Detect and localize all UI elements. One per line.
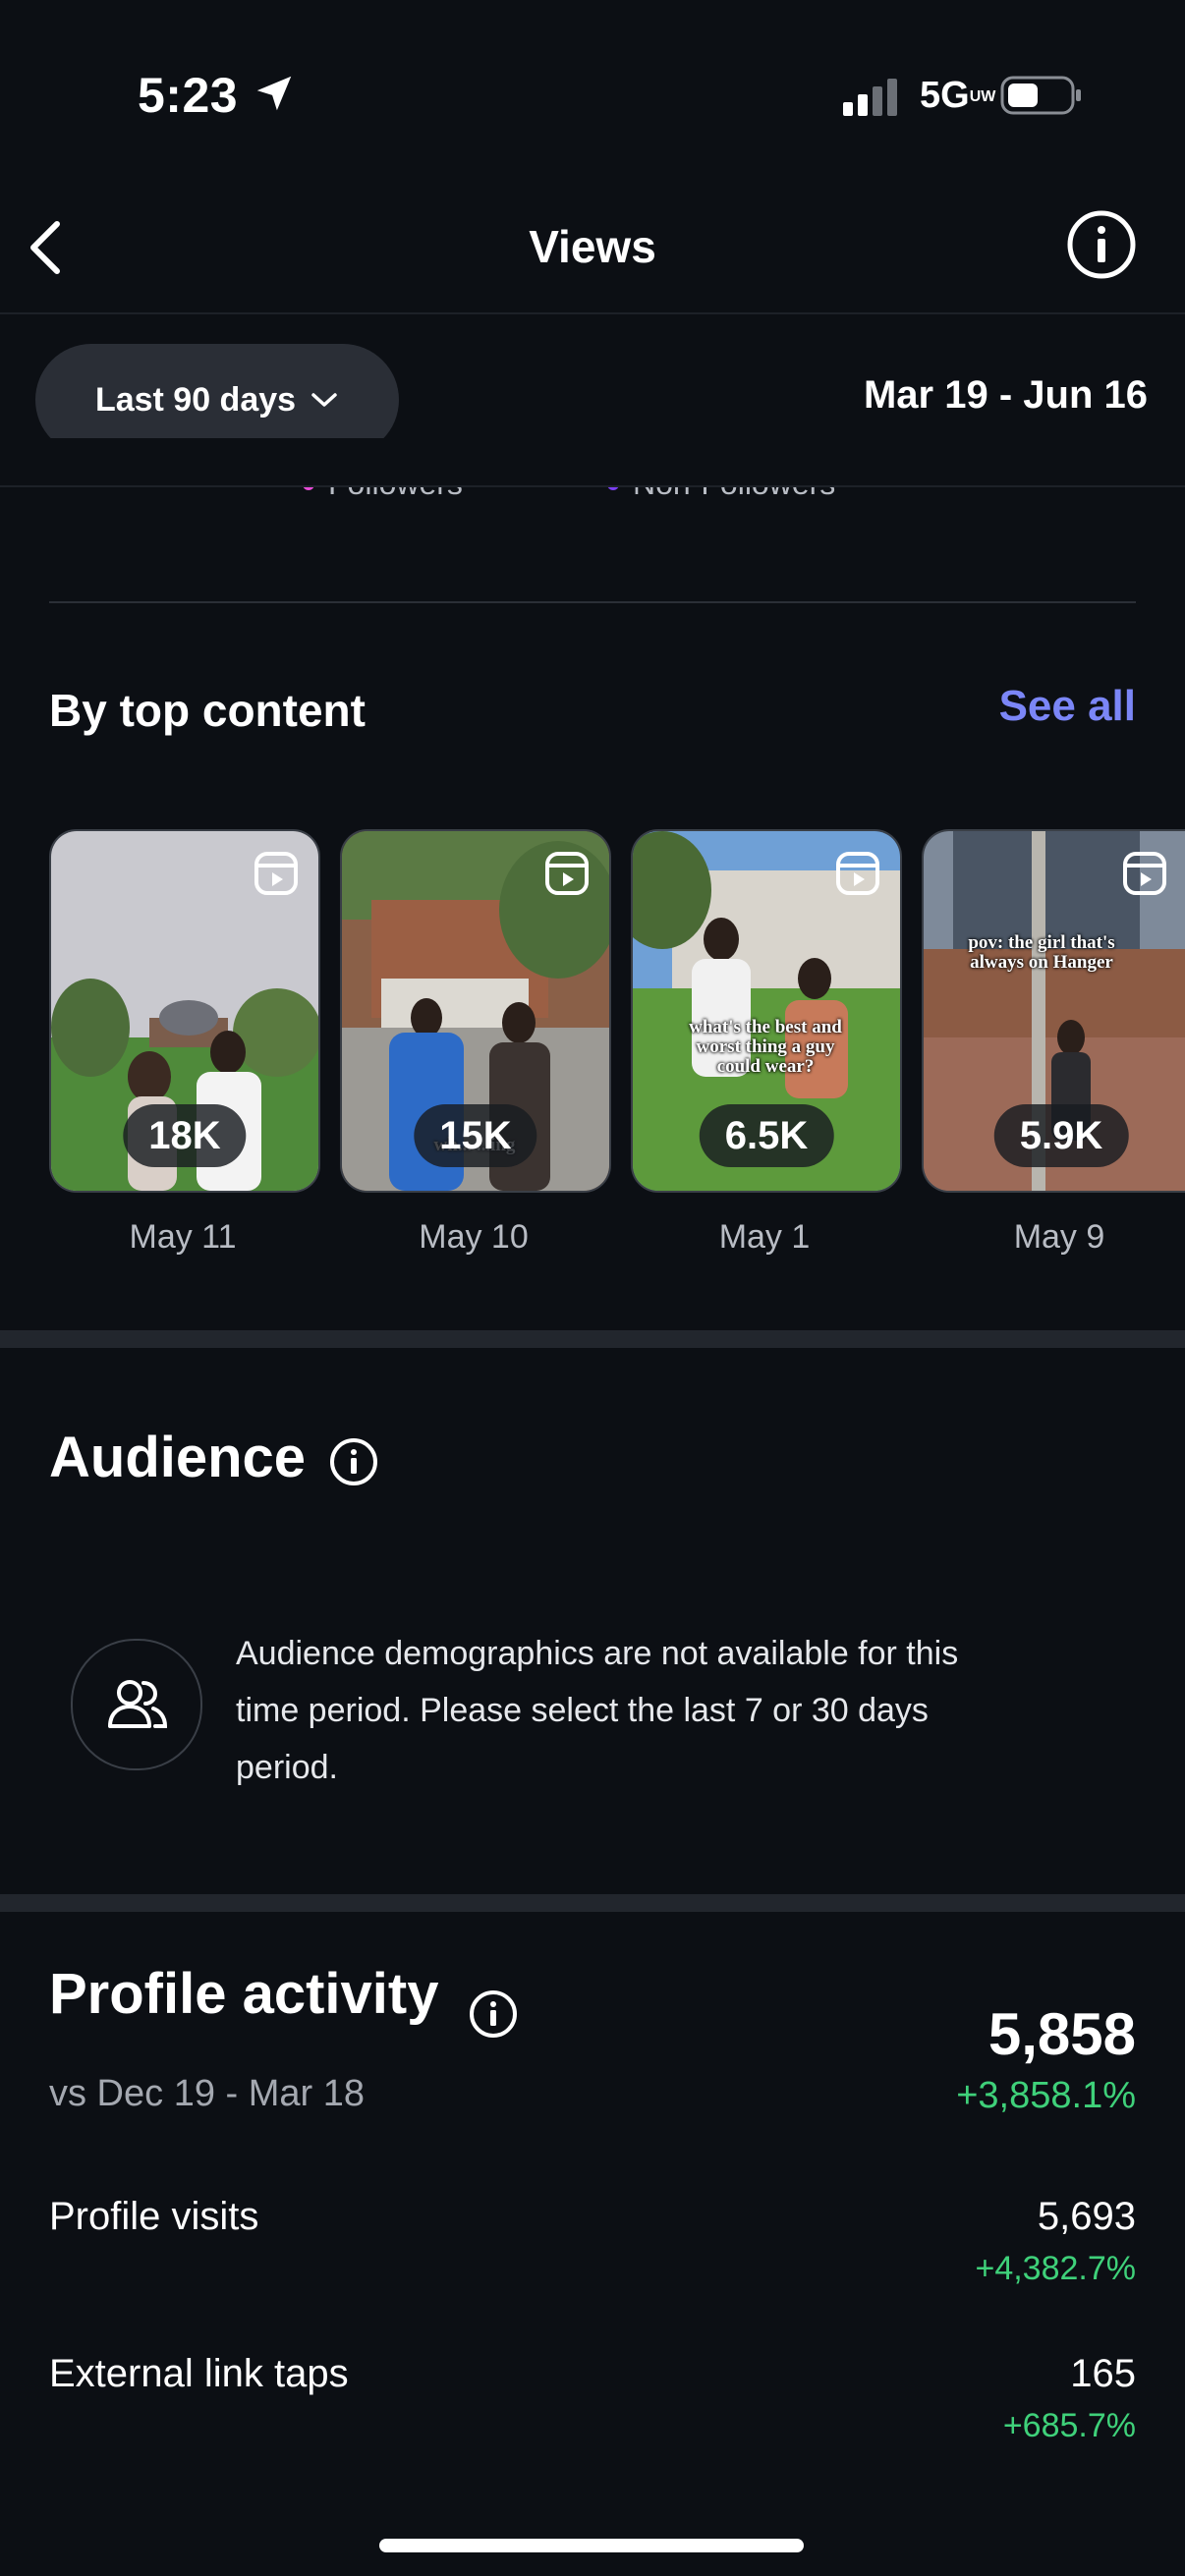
view-count: 5.9K (993, 1104, 1129, 1167)
network-indicator: 5GUW (920, 75, 996, 116)
date-range: Mar 19 - Jun 16 (863, 373, 1148, 417)
content-date: May 1 (718, 1218, 811, 1256)
page-title: Views (529, 221, 656, 272)
external-link-taps-change: +685.7% (1002, 2407, 1136, 2444)
audience-unavailable-message: Audience demographics are not available … (236, 1635, 959, 1786)
header-divider (0, 312, 1185, 314)
profile-activity-title: Profile activity (49, 1962, 439, 2026)
content-date: May 9 (1013, 1218, 1105, 1256)
content-date: May 10 (419, 1218, 529, 1256)
reels-icon (254, 852, 298, 895)
reels-icon (545, 852, 589, 895)
profile-activity-total: 5,858 (988, 2001, 1136, 2067)
battery-icon (1000, 76, 1081, 115)
location-arrow-icon (256, 76, 292, 111)
status-time: 5:23 (138, 68, 239, 123)
external-link-taps-label: External link taps (49, 2352, 349, 2395)
audience-title: Audience (49, 1426, 307, 1489)
reels-icon (836, 852, 879, 895)
profile-visits-change: +4,382.7% (975, 2250, 1136, 2287)
cellular-signal-icon (843, 79, 897, 116)
view-count: 18K (123, 1104, 247, 1167)
sticky-mask (0, 438, 1185, 485)
content-thumbnail[interactable]: what's the best and worst thing a guy co… (631, 829, 902, 1193)
content-thumbnail[interactable]: pov: the girl that's always on Hanger 5.… (922, 829, 1185, 1193)
home-indicator[interactable] (379, 2539, 804, 2552)
audience-icon-circle (71, 1639, 202, 1770)
section-separator (0, 1894, 1185, 1912)
profile-visits-value: 5,693 (1037, 2195, 1136, 2238)
content-thumbnail[interactable]: wh... ...ing 15K (340, 829, 611, 1193)
profile-visits-label: Profile visits (49, 2195, 259, 2238)
people-icon (108, 1680, 168, 1728)
profile-activity-change: +3,858.1% (956, 2075, 1136, 2116)
section-separator (0, 1330, 1185, 1348)
see-all-link[interactable]: See all (999, 682, 1136, 731)
view-count: 6.5K (699, 1104, 834, 1167)
section-divider (49, 601, 1136, 603)
comparison-period: vs Dec 19 - Mar 18 (49, 2073, 365, 2114)
audience-info-icon[interactable] (328, 1436, 379, 1487)
reels-icon (1123, 852, 1166, 895)
thumbnail-caption: pov: the girl that's always on Hanger (968, 932, 1115, 973)
profile-activity-info-icon[interactable] (468, 1988, 519, 2040)
content-date: May 11 (129, 1218, 237, 1256)
chevron-down-icon (311, 393, 337, 407)
external-link-taps-value: 165 (1070, 2352, 1136, 2395)
filter-divider (0, 485, 1185, 487)
period-label: Last 90 days (94, 380, 297, 419)
view-count: 15K (414, 1104, 537, 1167)
top-content-title: By top content (49, 685, 366, 736)
thumbnail-caption: what's the best and worst thing a guy co… (689, 1017, 842, 1077)
content-thumbnail[interactable]: 18K (49, 829, 320, 1193)
info-icon[interactable] (1065, 208, 1138, 281)
